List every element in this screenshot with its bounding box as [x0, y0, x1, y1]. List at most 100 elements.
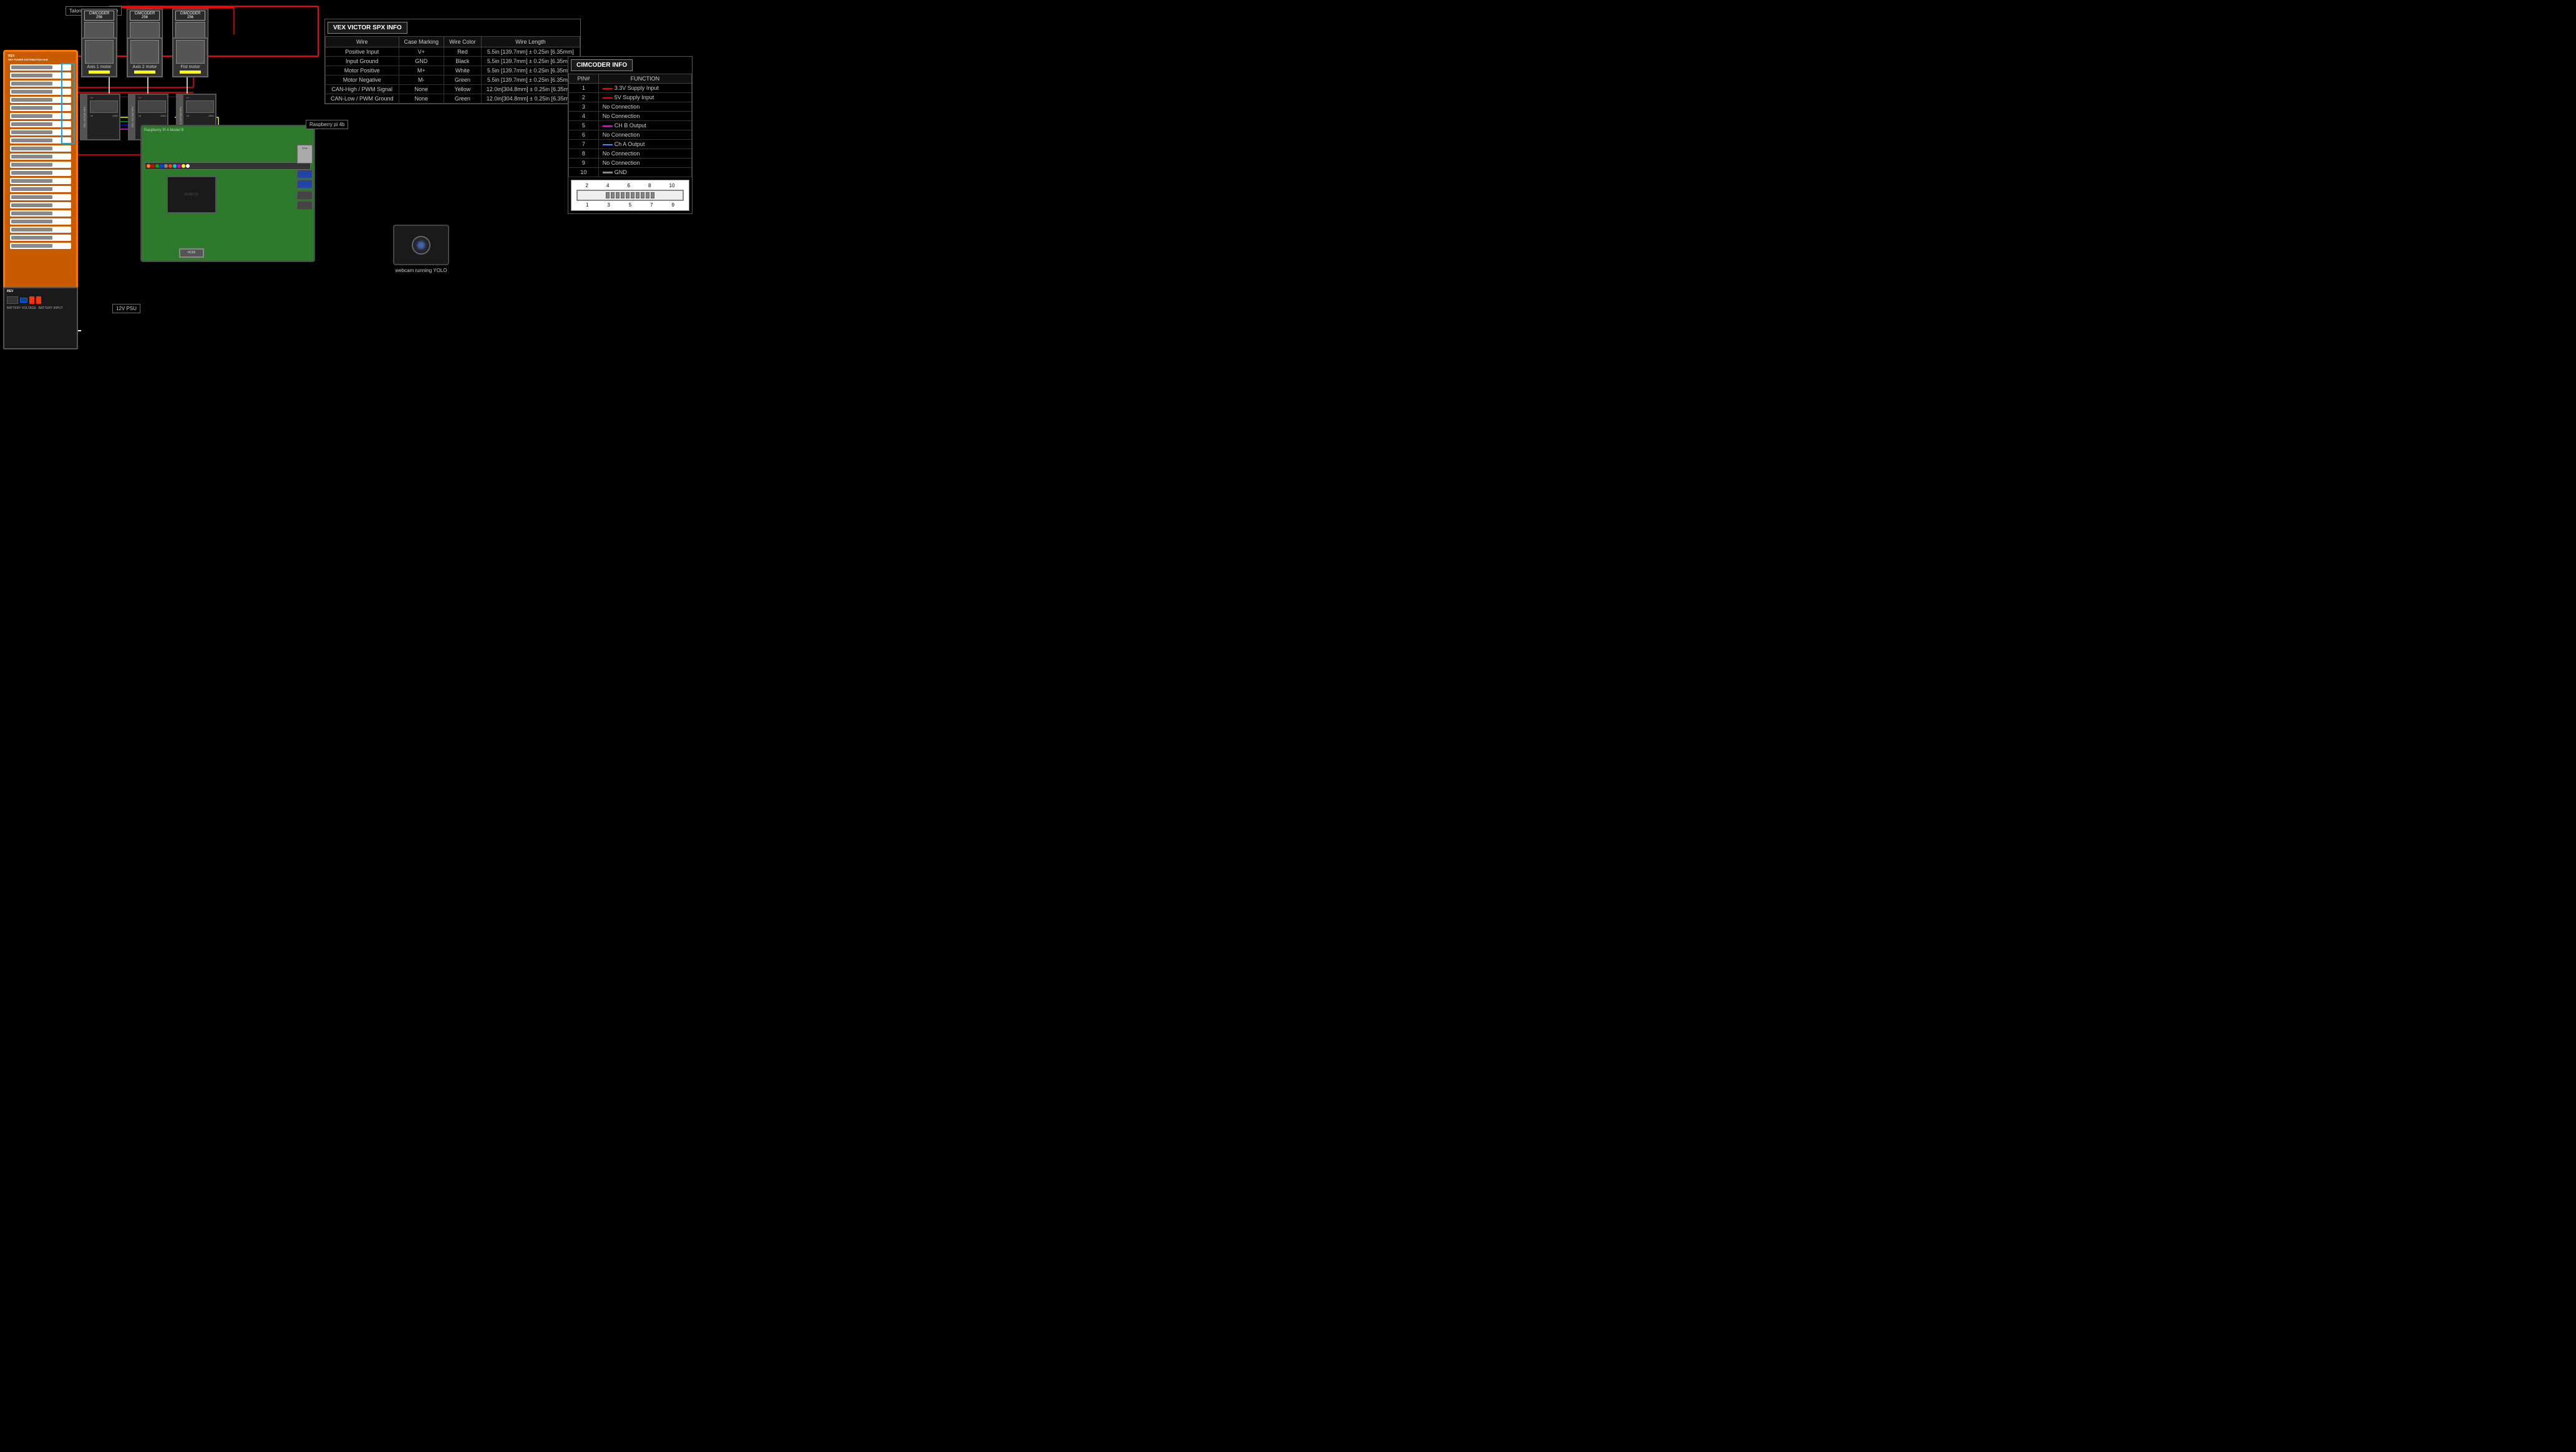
vex-victor-table-header: VEX VICTOR SPX INFO: [328, 22, 407, 34]
table-row: Motor PositiveM+White5.5in [139.7mm] ± 0…: [326, 66, 580, 76]
pdh-terminal-neg: [36, 296, 41, 304]
col-function: FUNCTION: [598, 74, 691, 84]
gpio-pin: [168, 164, 172, 168]
pdh-slot: [10, 162, 71, 168]
gpio-pin: [177, 164, 181, 168]
rpi-label-callout: Raspberry pi 4b: [306, 120, 348, 129]
motor-2-terminal: [134, 71, 155, 74]
pdh-lower-section: REV BATTERY VOLTAGE BATTERY INPUT: [3, 287, 78, 349]
col-marking: Case Marking: [399, 37, 444, 47]
connector-top-pins: 246810: [574, 183, 686, 188]
motor-3-terminal: [180, 71, 201, 74]
usb-port-3b: [297, 180, 313, 188]
usb-port-2: [297, 191, 313, 200]
motor-2-body: [130, 40, 159, 64]
victor-1-body: [90, 100, 118, 113]
gpio-pin: [182, 164, 185, 168]
victor-2-body: [138, 100, 166, 113]
col-pin: PIN#: [569, 74, 599, 84]
table-row: 6No Connection: [569, 130, 692, 140]
pdh-slot: [10, 202, 71, 208]
gpio-pin: [147, 164, 150, 168]
table-row: CAN-High / PWM SignalNoneYellow12.0in[30…: [326, 85, 580, 94]
cimcoder-table-header: CIMCODER INFO: [571, 59, 633, 71]
cimcoder-info-panel: CIMCODER INFO PIN# FUNCTION 13.3V Supply…: [568, 56, 693, 214]
table-row: 10GND: [569, 168, 692, 177]
motor-2-label: Axis 2 motor: [130, 65, 159, 69]
victor-3-body: [186, 100, 214, 113]
table-row: Input GroundGNDBlack5.5in [139.7mm] ± 0.…: [326, 57, 580, 66]
motor-1-body: [85, 40, 114, 64]
pdh-slot: [10, 178, 71, 184]
gpio-pin: [164, 164, 168, 168]
connector-pin: [631, 192, 634, 198]
psu-label: 12V PSU: [112, 304, 140, 313]
cimcoder-3-label: CIMCODER 256: [175, 11, 205, 21]
pdh-slot: [10, 186, 71, 192]
webcam-label: webcam running YOLO: [393, 268, 449, 273]
victor-2-label: VEX VICTOR SPX: [131, 107, 134, 127]
table-row: 13.3V Supply Input: [569, 84, 692, 93]
pdh-slot: [10, 170, 71, 176]
cimcoder-2-label: CIMCODER 256: [130, 11, 160, 21]
connector-diagram: 246810 13579: [571, 180, 689, 211]
vex-victor-info-panel: VEX VICTOR SPX INFO Wire Case Marking Wi…: [324, 19, 581, 104]
table-row: CAN-Low / PWM GroundNoneGreen12.0in[304.…: [326, 94, 580, 104]
connector-bottom-pins: 13579: [574, 202, 686, 208]
pdh-display: [7, 296, 18, 304]
motor-3-body: [176, 40, 205, 64]
motor-1-terminal: [89, 71, 110, 74]
table-row: 8No Connection: [569, 149, 692, 158]
connector-pin: [621, 192, 625, 198]
webcam-area: webcam running YOLO: [393, 225, 449, 273]
pdh-controls: [4, 295, 77, 306]
pdh-label: REV REV POWER DISTRIBUTION HUB: [8, 54, 48, 62]
gpio-pin: [151, 164, 155, 168]
raspberry-pi: Raspberry Pi 4 Model B BCM2711 ETH HDMI: [140, 125, 315, 262]
gpio-pin: [186, 164, 190, 168]
pdh-selected-channels: [61, 63, 75, 144]
webcam: [393, 225, 449, 265]
usb-ports: [297, 170, 313, 188]
connector-pin: [611, 192, 615, 198]
connector-pin: [641, 192, 644, 198]
pdh-status-button: [20, 298, 27, 303]
connector-pin: [646, 192, 649, 198]
pdh-terminal-pos: [29, 296, 34, 304]
table-row: Motor NegativeM-Green5.5in [139.7mm] ± 0…: [326, 76, 580, 85]
connector-pin: [626, 192, 629, 198]
rpi-text: Raspberry Pi 4 Model B: [142, 126, 314, 135]
usb-port-3: [297, 170, 313, 178]
connector-pin: [616, 192, 620, 198]
hdmi-port: HDMI: [179, 248, 204, 258]
victor-1-label: VEX VICTOR SPX: [83, 107, 86, 127]
pdh-slot: [10, 210, 71, 217]
pdh-slot: [10, 194, 71, 200]
pdh-battery-input-label: BATTERY INPUT: [39, 306, 63, 310]
pdh-battery-voltage-label: BATTERY VOLTAGE: [7, 306, 36, 310]
webcam-lens: [412, 236, 430, 255]
table-row: Positive InputV+Red5.5in [139.7mm] ± 0.2…: [326, 47, 580, 57]
motor-3: Fist motor: [172, 37, 208, 77]
rpi-cpu: BCM2711: [167, 176, 216, 213]
power-distribution-hub: REV REV POWER DISTRIBUTION HUB: [3, 50, 78, 312]
pdh-slot: [10, 243, 71, 249]
gpio-pin: [155, 164, 159, 168]
cimcoder-1-label: CIMCODER 256: [84, 11, 114, 21]
col-wire: Wire: [326, 37, 399, 47]
pdh-slot: [10, 145, 71, 152]
usb2-ports: [297, 191, 313, 210]
gpio-pin: [160, 164, 163, 168]
pdh-slot: [10, 218, 71, 225]
col-color: Wire Color: [444, 37, 482, 47]
motor-1-label: Axis 1 motor: [85, 65, 114, 69]
motor-1: Axis 1 motor: [81, 37, 117, 77]
connector-body: [576, 190, 684, 201]
pdh-slot: [10, 153, 71, 160]
table-row: 3No Connection: [569, 102, 692, 112]
pdh-slot: [10, 235, 71, 241]
connector-pin: [651, 192, 654, 198]
motor-2: Axis 2 motor: [127, 37, 163, 77]
motor-3-label: Fist motor: [176, 65, 205, 69]
ethernet-port: ETH: [297, 145, 313, 163]
